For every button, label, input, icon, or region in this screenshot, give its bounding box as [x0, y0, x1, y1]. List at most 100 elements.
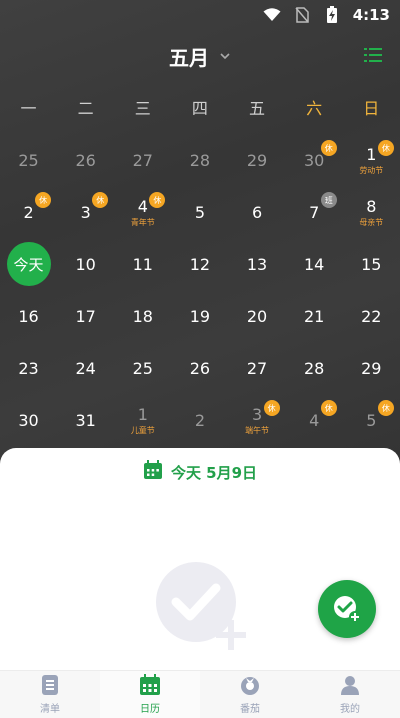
calendar-day[interactable]: 20 — [229, 290, 286, 342]
status-bar: 4:13 — [0, 0, 400, 30]
workday-badge: 班 — [320, 192, 337, 208]
nav-label: 番茄 — [240, 704, 260, 715]
calendar-day[interactable]: 15 — [343, 238, 400, 290]
month-title[interactable]: 五月 — [169, 42, 209, 71]
calendar-header: 五月 — [0, 38, 400, 74]
wifi-icon — [263, 7, 281, 23]
calendar-day[interactable]: 11 — [114, 238, 171, 290]
day-number: 4 — [137, 197, 148, 216]
calendar-day[interactable]: 19 — [171, 290, 228, 342]
selected-date-heading: 今天 5月9日 — [0, 460, 400, 484]
day-number: 5 — [194, 202, 206, 222]
weekday-label: 一 — [20, 99, 37, 118]
calendar-week-row: 16 17 18 19 20 21 22 — [0, 290, 400, 342]
calendar-day[interactable]: 16 — [0, 290, 57, 342]
calendar-day[interactable]: 26 — [171, 342, 228, 394]
chevron-down-icon[interactable] — [219, 50, 231, 62]
holiday-badge: 休 — [92, 192, 109, 208]
calendar-day[interactable]: 10 — [57, 238, 114, 290]
calendar-day[interactable]: 6 — [229, 186, 286, 238]
day-number: 21 — [304, 306, 325, 326]
calendar-day[interactable]: 31 — [57, 394, 114, 446]
calendar-day[interactable]: 27 — [114, 134, 171, 186]
status-time: 4:13 — [352, 6, 390, 24]
holiday-badge: 休 — [377, 400, 394, 416]
day-number: 3 — [251, 405, 263, 424]
calendar-day[interactable]: 13 — [229, 238, 286, 290]
calendar-day[interactable]: 3休 — [57, 186, 114, 238]
calendar-day[interactable]: 22 — [343, 290, 400, 342]
day-number: 27 — [246, 358, 268, 378]
day-number: 15 — [361, 254, 382, 274]
calendar-day[interactable]: 17 — [57, 290, 114, 342]
selected-date-label: 今天 5月9日 — [170, 463, 258, 482]
calendar-day[interactable]: 1 劳动节 休 — [343, 134, 400, 186]
calendar-day[interactable]: 28 — [286, 342, 343, 394]
calendar-day[interactable]: 12 — [171, 238, 228, 290]
weekday-label: 二 — [77, 99, 94, 118]
festival-label: 儿童节 — [130, 426, 155, 435]
add-check-icon — [334, 596, 361, 623]
calendar-week-row: 23 24 25 26 27 28 29 — [0, 342, 400, 394]
day-number: 25 — [18, 150, 39, 170]
calendar-day[interactable]: 30 — [0, 394, 57, 446]
calendar-day[interactable]: 7班 — [286, 186, 343, 238]
calendar-day[interactable]: 3 端午节 休 — [229, 394, 286, 446]
weekday-label: 六 — [306, 99, 323, 118]
calendar-day[interactable]: 28 — [171, 134, 228, 186]
festival-label: 劳动节 — [359, 166, 384, 175]
bottom-navigation: 清单 日历 番茄 我的 — [0, 670, 400, 718]
calendar-day[interactable]: 2休 — [0, 186, 57, 238]
calendar-day[interactable]: 30 休 — [286, 134, 343, 186]
day-number: 28 — [189, 150, 211, 170]
nav-label: 日历 — [140, 704, 160, 715]
nav-item-tomato[interactable]: 番茄 — [200, 671, 300, 718]
day-number: 25 — [132, 358, 153, 378]
day-number: 6 — [251, 202, 263, 222]
calendar-icon — [143, 460, 163, 484]
holiday-badge: 休 — [263, 400, 280, 416]
day-number: 29 — [246, 150, 268, 170]
day-number: 23 — [18, 358, 39, 378]
day-number: 12 — [189, 254, 211, 274]
nav-item-calendar[interactable]: 日历 — [100, 671, 200, 718]
weekday-label: 三 — [134, 99, 151, 118]
weekday-label: 日 — [363, 99, 380, 118]
calendar-day[interactable]: 27 — [229, 342, 286, 394]
calendar-day[interactable]: 5 — [171, 186, 228, 238]
add-task-button[interactable] — [318, 580, 376, 638]
calendar-day[interactable]: 26 — [57, 134, 114, 186]
calendar-day[interactable]: 4 青年节 休 — [114, 186, 171, 238]
calendar-day[interactable]: 29 — [229, 134, 286, 186]
calendar-day[interactable]: 4休 — [286, 394, 343, 446]
day-number: 19 — [189, 306, 211, 326]
day-number: 17 — [75, 306, 96, 326]
day-number: 16 — [18, 306, 39, 326]
calendar-day[interactable]: 5休 — [343, 394, 400, 446]
calendar-day[interactable]: 23 — [0, 342, 57, 394]
weekday-label: 五 — [249, 99, 266, 118]
day-number: 30 — [304, 150, 325, 170]
calendar-week-row: 今天 10 11 12 13 14 15 — [0, 238, 400, 290]
calendar-day[interactable]: 25 — [114, 342, 171, 394]
calendar-day[interactable]: 25 — [0, 134, 57, 186]
calendar-day[interactable]: 8 母亲节 — [343, 186, 400, 238]
day-number: 10 — [75, 254, 96, 274]
calendar-day[interactable]: 1 儿童节 — [114, 394, 171, 446]
calendar-day[interactable]: 18 — [114, 290, 171, 342]
calendar-day[interactable]: 24 — [57, 342, 114, 394]
calendar-day-today[interactable]: 今天 — [0, 238, 57, 290]
calendar-day[interactable]: 2 — [171, 394, 228, 446]
nav-item-profile[interactable]: 我的 — [300, 671, 400, 718]
day-number: 2 — [194, 410, 206, 430]
calendar-day[interactable]: 21 — [286, 290, 343, 342]
day-number: 1 — [137, 405, 148, 424]
festival-label: 青年节 — [130, 218, 155, 227]
list-view-icon[interactable] — [362, 44, 384, 66]
calendar-day[interactable]: 29 — [343, 342, 400, 394]
day-number: 27 — [132, 150, 153, 170]
nav-item-checklist[interactable]: 清单 — [0, 671, 100, 718]
calendar-day[interactable]: 14 — [286, 238, 343, 290]
battery-charging-icon — [323, 6, 341, 23]
tomato-icon — [241, 677, 259, 695]
